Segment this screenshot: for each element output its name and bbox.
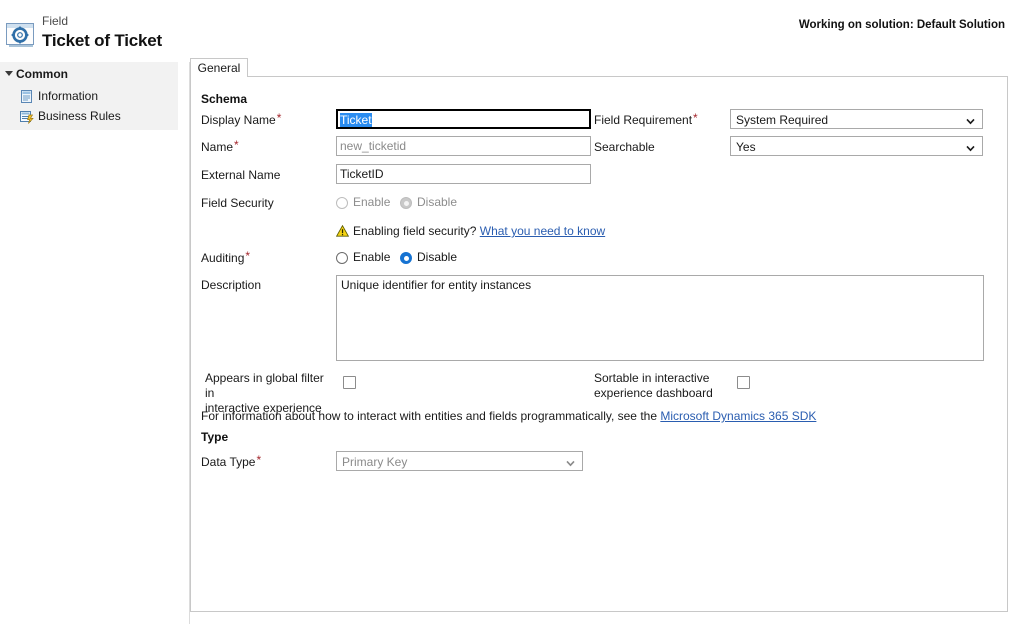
auditing-label-text: Auditing — [201, 251, 244, 265]
name-value: new_ticketid — [340, 139, 406, 153]
description-label: Description — [201, 278, 261, 292]
sidebar-item-business-rules[interactable]: Business Rules — [20, 108, 170, 127]
sdk-note: For information about how to interact wi… — [201, 409, 816, 423]
tab-strip: General — [190, 58, 1008, 78]
field-requirement-required-asterisk: * — [693, 111, 698, 125]
name-label-text: Name — [201, 140, 233, 154]
field-security-note: Enabling field security? What you need t… — [336, 224, 605, 238]
tab-general[interactable]: General — [190, 58, 248, 77]
data-type-select[interactable]: Primary Key — [336, 451, 583, 471]
sortable-dashboard-label-line2: experience dashboard — [594, 386, 713, 400]
sortable-dashboard-label-line1: Sortable in interactive — [594, 371, 709, 385]
field-security-note-text: Enabling field security? — [353, 224, 476, 238]
auditing-radio-group[interactable]: Enable Disable — [336, 250, 536, 266]
chevron-down-icon — [566, 457, 575, 466]
field-requirement-label-text: Field Requirement — [594, 113, 692, 127]
field-security-label: Field Security — [201, 196, 274, 210]
field-requirement-label: Field Requirement* — [594, 113, 698, 127]
field-requirement-value: System Required — [736, 112, 828, 128]
global-filter-label-line1: Appears in global filter in — [205, 371, 324, 400]
radio-circle-icon — [336, 252, 348, 264]
business-rules-icon — [20, 110, 34, 124]
data-type-value: Primary Key — [342, 454, 407, 470]
auditing-required-asterisk: * — [245, 249, 250, 263]
display-name-label: Display Name* — [201, 113, 281, 127]
sidebar-item-information[interactable]: Information — [20, 88, 170, 107]
description-textarea[interactable]: Unique identifier for entity instances — [336, 275, 984, 361]
searchable-select[interactable]: Yes — [730, 136, 983, 156]
field-security-disable-label: Disable — [417, 195, 457, 209]
sdk-note-text: For information about how to interact wi… — [201, 409, 657, 423]
auditing-enable-label: Enable — [353, 250, 390, 264]
field-requirement-select[interactable]: System Required — [730, 109, 983, 129]
sidebar: Common Information — [0, 62, 178, 130]
external-name-label: External Name — [201, 168, 280, 182]
page-header: Field Ticket of Ticket Working on soluti… — [0, 0, 1013, 60]
header-title-block: Field Ticket of Ticket — [42, 14, 162, 52]
information-page-icon — [20, 90, 34, 104]
searchable-label: Searchable — [594, 140, 655, 154]
warning-triangle-icon — [336, 225, 349, 237]
field-form-gear-icon — [6, 21, 36, 49]
data-type-label-text: Data Type — [201, 455, 255, 469]
field-security-radio-group[interactable]: Enable Disable — [336, 195, 536, 211]
external-name-value: TicketID — [340, 167, 384, 181]
page-title: Ticket of Ticket — [42, 30, 162, 52]
field-security-note-link[interactable]: What you need to know — [480, 224, 605, 238]
description-value: Unique identifier for entity instances — [341, 278, 531, 292]
solution-banner: Working on solution: Default Solution — [799, 19, 1005, 31]
name-required-asterisk: * — [234, 138, 239, 152]
sortable-dashboard-label: Sortable in interactive experience dashb… — [594, 371, 734, 401]
chevron-down-icon — [966, 142, 975, 151]
sidebar-group-common[interactable]: Common — [5, 67, 68, 81]
auditing-label: Auditing* — [201, 251, 250, 265]
schema-section-heading: Schema — [201, 92, 247, 106]
display-name-input[interactable]: Ticket — [336, 109, 591, 129]
header-subtitle: Field — [42, 14, 162, 28]
sidebar-item-information-label: Information — [38, 89, 98, 103]
sidebar-group-label: Common — [16, 67, 68, 81]
sidebar-item-business-rules-label: Business Rules — [38, 109, 121, 123]
data-type-label: Data Type* — [201, 455, 261, 469]
display-name-required-asterisk: * — [277, 111, 282, 125]
name-input[interactable]: new_ticketid — [336, 136, 591, 156]
field-security-enable-label: Enable — [353, 195, 390, 209]
name-label: Name* — [201, 140, 239, 154]
external-name-input[interactable]: TicketID — [336, 164, 591, 184]
radio-circle-icon — [336, 197, 348, 209]
sdk-note-link[interactable]: Microsoft Dynamics 365 SDK — [660, 409, 816, 423]
radio-circle-selected-icon — [400, 197, 412, 209]
general-tab-panel: Schema Display Name* Ticket Field Requir… — [190, 77, 1008, 612]
display-name-selected-text: Ticket — [340, 113, 372, 127]
auditing-disable-label: Disable — [417, 250, 457, 264]
type-section-heading: Type — [201, 430, 228, 444]
display-name-label-text: Display Name — [201, 113, 276, 127]
expand-collapse-triangle-icon[interactable] — [5, 71, 13, 76]
global-filter-checkbox[interactable] — [343, 376, 356, 389]
data-type-required-asterisk: * — [256, 453, 261, 467]
chevron-down-icon — [966, 115, 975, 124]
searchable-value: Yes — [736, 139, 756, 155]
sortable-dashboard-checkbox[interactable] — [737, 376, 750, 389]
radio-circle-selected-icon — [400, 252, 412, 264]
